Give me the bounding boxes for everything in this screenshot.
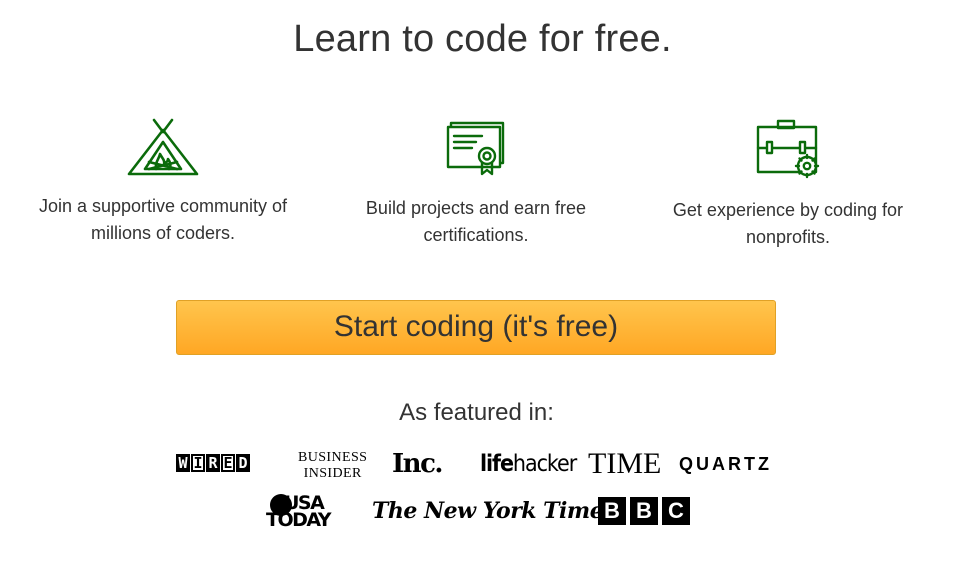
bbc-logo: B B C <box>598 497 690 525</box>
feature-text: Build projects and earn free certificati… <box>365 198 587 245</box>
start-coding-button[interactable]: Start coding (it's free) <box>176 300 776 355</box>
wired-letter: D <box>236 454 250 472</box>
lifehacker-part: life <box>480 451 514 477</box>
bbc-letter: B <box>598 497 626 525</box>
business-insider-line: INSIDER <box>303 466 362 481</box>
wired-letter: E <box>221 454 235 472</box>
usa-today-logo: USA TODAY <box>266 493 334 532</box>
feature-nonprofits: Get experience by coding for nonprofits. <box>643 118 933 251</box>
time-logo: TIME <box>588 447 662 480</box>
feature-text: Join a supportive community of millions … <box>38 196 288 243</box>
certificate-icon <box>446 121 505 176</box>
page-title: Learn to code for free. <box>293 18 672 60</box>
new-york-times-logo: The New York Times <box>372 498 616 524</box>
wired-letter: I <box>191 454 205 472</box>
lifehacker-part: hacker <box>512 451 577 477</box>
feature-text: Get experience by coding for nonprofits. <box>672 200 904 247</box>
business-insider-line: BUSINESS <box>298 450 368 465</box>
quartz-logo: QUARTZ <box>679 454 772 474</box>
inc-logo: Inc. <box>392 449 443 479</box>
bbc-letter: C <box>662 497 690 525</box>
lifehacker-logo: lifehacker <box>480 449 577 479</box>
business-insider-logo: BUSINESS INSIDER <box>298 451 367 481</box>
featured-heading: As featured in: <box>399 399 554 426</box>
feature-community: Join a supportive community of millions … <box>18 118 308 247</box>
feature-certifications: Build projects and earn free certificati… <box>331 118 621 249</box>
campfire-tent-icon <box>127 118 199 176</box>
wired-logo: W I R E D <box>176 454 250 472</box>
bbc-letter: B <box>630 497 658 525</box>
wired-letter: R <box>206 454 220 472</box>
usa-today-line: TODAY <box>266 509 332 531</box>
wired-letter: W <box>176 454 190 472</box>
briefcase-icon <box>756 119 820 179</box>
